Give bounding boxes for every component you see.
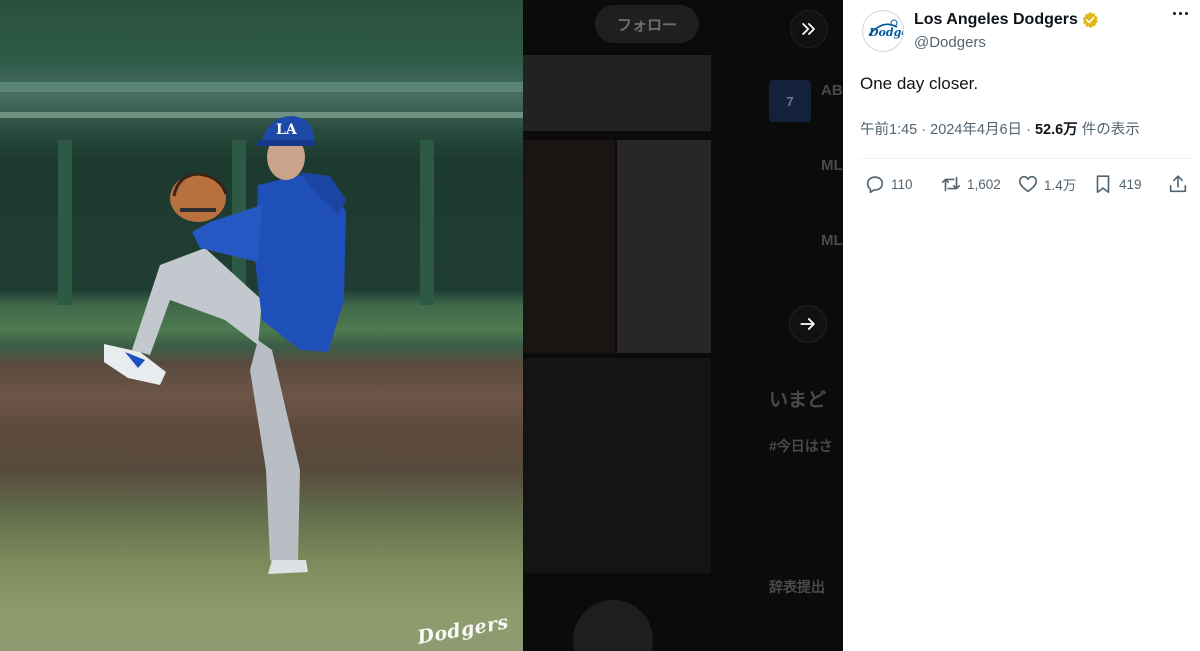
bookmark-count: 419 [1119,176,1142,192]
account-handle[interactable]: @Dodgers [914,34,986,51]
display-name[interactable]: Los Angeles Dodgers [914,11,1078,29]
reply-count: 110 [891,176,913,192]
dodgers-logo-icon[interactable]: Dodgers [862,10,904,52]
dot-icon [1179,12,1182,15]
next-media-button[interactable] [789,305,827,343]
follow-button-background: フォロー [595,5,699,43]
tweet-text: One day closer. [860,74,979,93]
background-list-title: ML [821,157,843,174]
background-trending-heading: いまど [769,390,827,411]
background-trend-tag: #今日はさ [769,438,833,454]
tweet-time[interactable]: 午前1:45 [860,122,917,138]
reply-icon [866,176,884,194]
share-button[interactable] [1167,173,1189,195]
dot-icon [1173,12,1176,15]
meta-separator: · [1026,122,1031,138]
svg-text:Dodgers: Dodgers [868,26,903,39]
tweet-date[interactable]: 2024年4月6日 [930,122,1022,138]
repost-button[interactable]: 1,602 [940,173,1001,195]
heart-icon [1018,175,1038,193]
bookmark-button[interactable]: 419 [1092,173,1142,195]
meta-separator: · [921,122,927,138]
background-media-tile [523,55,711,131]
reply-button[interactable]: 110 [864,173,913,195]
dot-icon [1185,12,1188,15]
verified-badge-icon [1081,11,1099,29]
repost-count: 1,602 [967,176,1001,192]
tweet-detail-panel: Dodgers Los Angeles Dodgers @Dodgers One… [843,0,1200,651]
double-chevron-right-icon [802,23,815,35]
view-count: 52.6万 [1034,122,1078,138]
like-button[interactable]: 1.4万 [1017,173,1076,195]
background-avatar [573,600,653,651]
like-count: 1.4万 [1044,178,1077,193]
pitcher-figure: LA [104,116,346,574]
background-list-title: ML [821,232,843,249]
more-options-button[interactable] [1173,12,1188,15]
tweet-meta: 午前1:45 · 2024年4月6日 · 52.6万 件の表示 [860,118,1140,139]
background-media-tile [523,140,615,353]
background-list-title: AB [821,82,843,99]
tweet-media-photo[interactable]: LA Dodgers [0,0,523,651]
view-label: 件の表示 [1081,122,1140,138]
bookmark-icon [1096,175,1110,194]
background-trend-line: 辞表提出 [769,579,825,595]
repost-icon [941,176,961,192]
tweet-actions: 110 1,602 1.4万 419 [860,173,1190,197]
arrow-right-icon [800,318,815,330]
svg-text:LA: LA [276,122,298,138]
divider [860,158,1192,159]
background-media-tile [523,358,711,573]
background-media-tile [617,140,711,353]
background-list-icon: 7 [769,80,811,122]
share-icon [1169,175,1187,193]
account-name-row[interactable]: Los Angeles Dodgers [914,11,1099,29]
collapse-panel-button[interactable] [790,10,828,48]
